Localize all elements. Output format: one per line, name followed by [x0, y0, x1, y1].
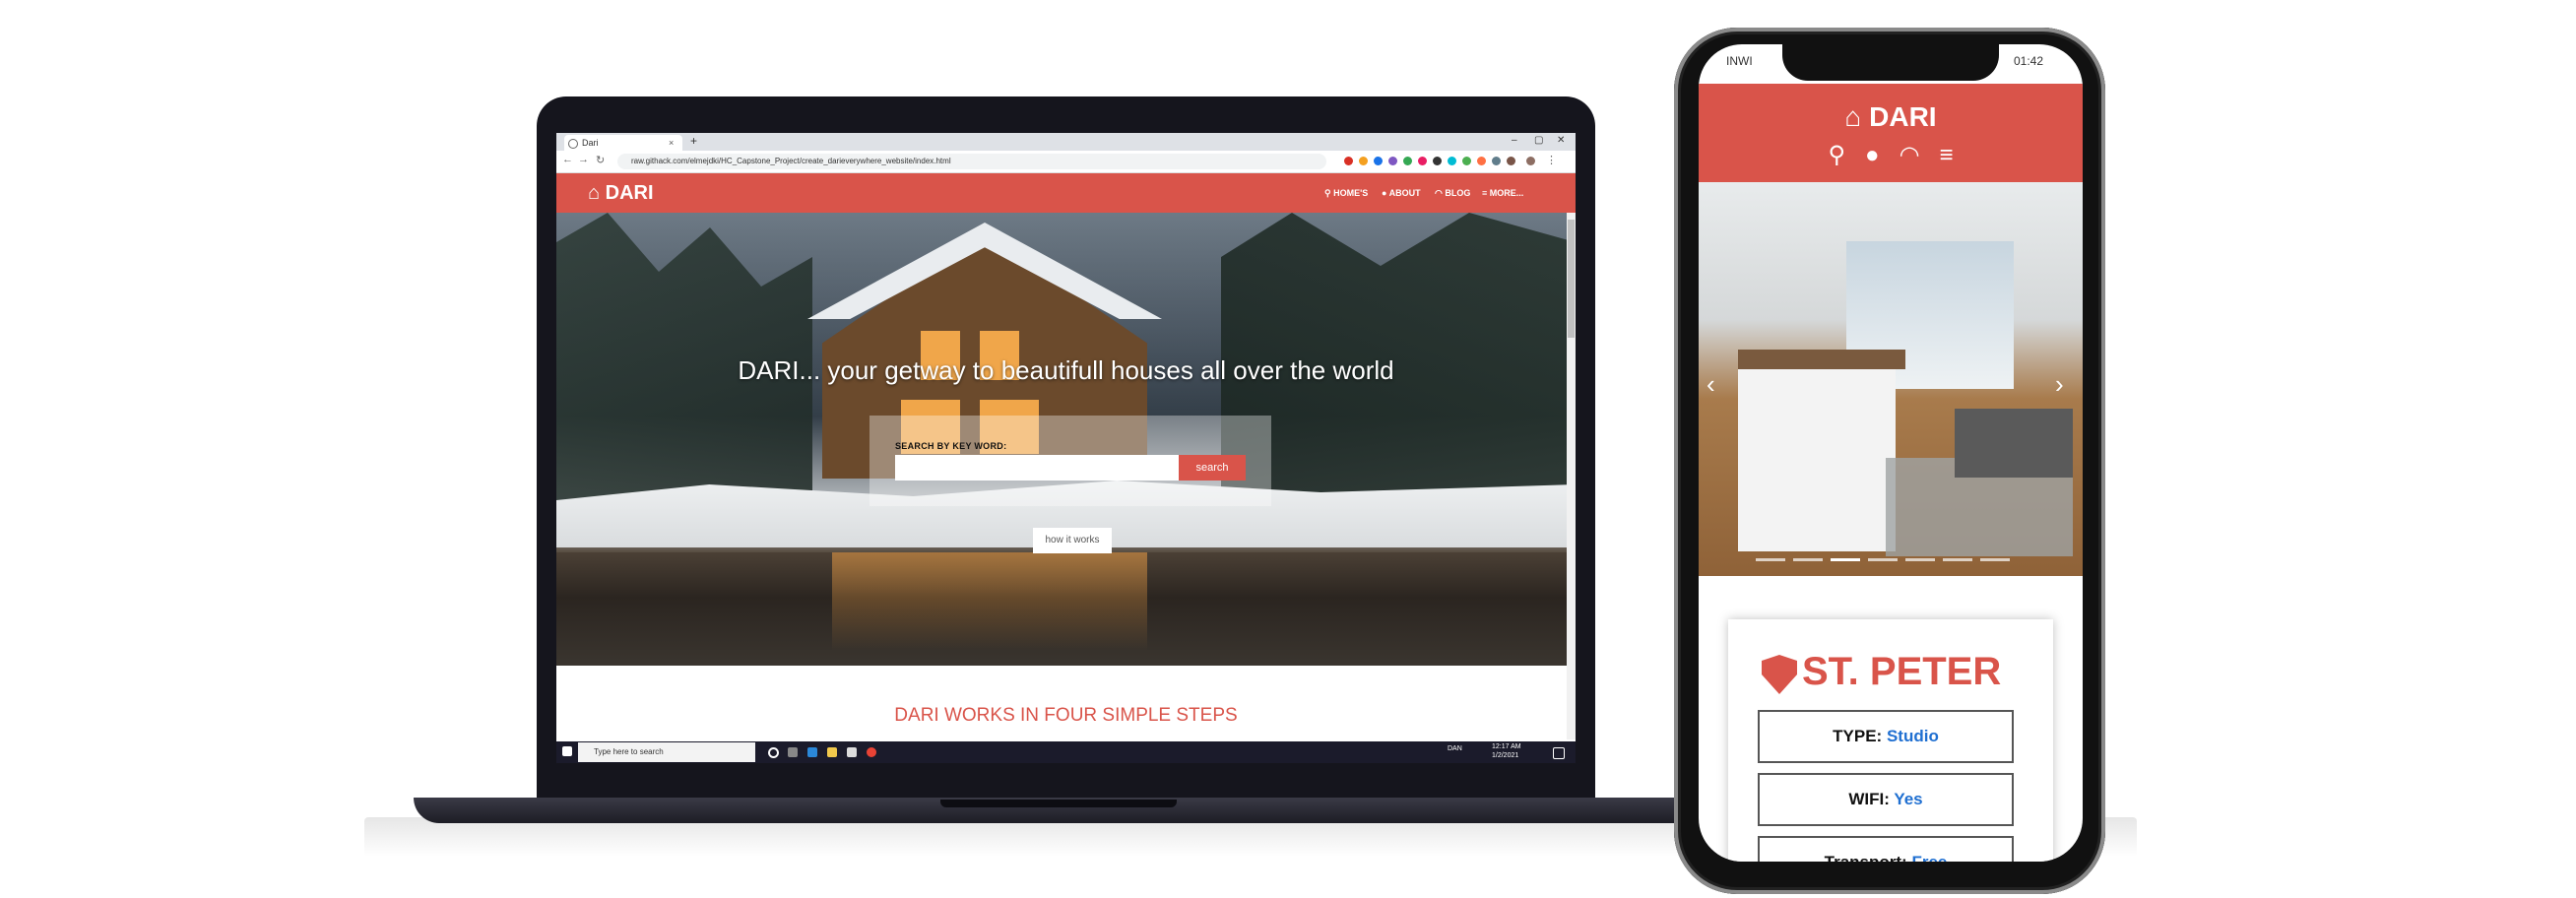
user-icon[interactable]: ● — [1865, 142, 1880, 168]
nav-more[interactable]: ≡ MORE... — [1482, 186, 1523, 200]
home-icon: ⌂ — [1844, 101, 1862, 132]
new-tab-button[interactable]: + — [690, 134, 697, 148]
forward-icon[interactable]: → — [578, 154, 589, 165]
maximize-button[interactable]: ▢ — [1534, 135, 1543, 146]
extension-icon[interactable] — [1418, 157, 1427, 165]
search-input[interactable] — [895, 455, 1179, 481]
windows-start-icon[interactable] — [562, 746, 572, 756]
nav-homes[interactable]: ⚲ HOME'S — [1324, 186, 1368, 200]
search-label: SEARCH BY KEY WORD: — [895, 441, 1007, 451]
carousel-dot[interactable] — [1793, 558, 1823, 561]
nav-about[interactable]: ● ABOUT — [1382, 186, 1421, 200]
phone-notch — [1782, 43, 1999, 81]
property-card: ST. PETER TYPE: Studio WIFI: Yes Transpo… — [1728, 619, 2053, 862]
steps-heading: DARI WORKS IN FOUR SIMPLE STEPS — [894, 705, 1238, 726]
search-panel: SEARCH BY KEY WORD: search — [869, 416, 1271, 506]
laptop-screen: Dari × + – ▢ ✕ ← → ↻ raw.githack.com/elm… — [556, 133, 1576, 763]
carousel-dot[interactable] — [1905, 558, 1935, 561]
browser-tab-bar: Dari × + – ▢ ✕ — [556, 133, 1576, 151]
phone-nav-icons: ⚲ ● ◠ ≡ — [1699, 143, 2083, 168]
notification-icon[interactable] — [1553, 747, 1565, 759]
clock-date[interactable]: 1/2/2021 — [1492, 752, 1518, 759]
phone-header: ⌂ DARI ⚲ ● ◠ ≡ — [1699, 84, 2083, 182]
extension-icon[interactable] — [1507, 157, 1515, 165]
close-tab-icon[interactable]: × — [669, 135, 674, 151]
minimize-button[interactable]: – — [1512, 135, 1517, 146]
search-button[interactable]: search — [1179, 455, 1246, 481]
extension-icon[interactable] — [1492, 157, 1501, 165]
language-indicator[interactable]: DAN — [1448, 745, 1462, 752]
nav-blog[interactable]: ◠ BLOG — [1435, 186, 1470, 200]
extension-icon[interactable] — [1448, 157, 1456, 165]
extension-icon[interactable] — [1374, 157, 1383, 165]
status-time: 01:42 — [2014, 54, 2044, 68]
laptop-hinge — [940, 800, 1177, 807]
reload-icon[interactable]: ↻ — [596, 154, 605, 166]
field-transport: Transport: Free — [1758, 836, 2014, 862]
carousel-dot[interactable] — [1756, 558, 1785, 561]
carousel-dot[interactable] — [1868, 558, 1898, 561]
field-wifi: WIFI: Yes — [1758, 773, 2014, 826]
carrier-label: INWI — [1726, 54, 1753, 68]
cortana-icon[interactable] — [768, 747, 779, 758]
extension-icon[interactable] — [1403, 157, 1412, 165]
browser-toolbar: ← → ↻ raw.githack.com/elmejdki/HC_Capsto… — [556, 151, 1576, 173]
chrome-icon[interactable] — [867, 747, 876, 757]
menu-icon: ≡ — [1482, 188, 1488, 198]
browser-tab[interactable]: Dari × — [564, 135, 682, 151]
globe-icon — [568, 139, 578, 149]
carousel-next-icon[interactable]: › — [2055, 369, 2064, 400]
phone-logo[interactable]: ⌂ DARI — [1699, 101, 2083, 133]
extension-icon[interactable] — [1477, 157, 1486, 165]
menu-icon[interactable]: ≡ — [1940, 142, 1954, 168]
carousel-indicators — [1756, 548, 2018, 566]
kebab-menu-icon[interactable]: ⋮ — [1546, 154, 1557, 166]
extension-icon[interactable] — [1344, 157, 1353, 165]
hero-image: DARI... your getway to beautifull houses… — [556, 213, 1576, 666]
close-window-button[interactable]: ✕ — [1557, 135, 1565, 146]
home-icon: ⌂ — [588, 182, 601, 204]
sofa — [1955, 409, 2073, 478]
site-navbar: ⌂ DARI ⚲ HOME'S ● ABOUT ◠ BLOG ≡ MORE... — [556, 173, 1576, 213]
edge-icon[interactable] — [807, 747, 817, 757]
tab-title: Dari — [582, 138, 599, 148]
hero-headline: DARI... your getway to beautifull houses… — [738, 355, 1394, 385]
carousel-prev-icon[interactable]: ‹ — [1707, 369, 1715, 400]
field-type: TYPE: Studio — [1758, 710, 2014, 763]
extension-icon[interactable] — [1388, 157, 1397, 165]
extension-icon[interactable] — [1462, 157, 1471, 165]
how-it-works-button[interactable]: how it works — [1033, 528, 1112, 553]
apartment-photo-carousel[interactable]: ‹ › — [1699, 182, 2083, 576]
search-icon[interactable]: ⚲ — [1828, 142, 1845, 168]
profile-avatar[interactable] — [1526, 157, 1535, 165]
property-title: ST. PETER — [1801, 650, 2002, 693]
counter-top — [1738, 350, 1905, 369]
site-logo[interactable]: ⌂ DARI — [588, 181, 654, 205]
extension-icon[interactable] — [1359, 157, 1368, 165]
rss-icon[interactable]: ◠ — [1900, 142, 1920, 168]
search-icon: ⚲ — [1324, 188, 1331, 198]
carousel-dot[interactable] — [1943, 558, 1972, 561]
address-bar[interactable]: raw.githack.com/elmejdki/HC_Capstone_Pro… — [617, 154, 1326, 169]
user-icon: ● — [1382, 188, 1387, 198]
extension-icon[interactable] — [1433, 157, 1442, 165]
store-icon[interactable] — [847, 747, 857, 757]
taskbar-search[interactable]: Type here to search — [578, 742, 755, 762]
rss-icon: ◠ — [1435, 188, 1443, 198]
kitchen-counter — [1738, 364, 1896, 551]
phone-screen: INWI 01:42 ⌂ DARI ⚲ ● ◠ ≡ ‹ › ST. PETER — [1699, 44, 2083, 862]
lake-reflection — [832, 552, 1147, 651]
clock-time[interactable]: 12:17 AM — [1492, 743, 1521, 750]
carousel-dot[interactable] — [1980, 558, 2010, 561]
taskbar-search-text: Type here to search — [594, 747, 664, 756]
carousel-dot[interactable] — [1831, 558, 1860, 561]
url-text: raw.githack.com/elmejdki/HC_Capstone_Pro… — [631, 157, 951, 165]
file-explorer-icon[interactable] — [827, 747, 837, 757]
task-view-icon[interactable] — [788, 747, 798, 757]
scrollbar-thumb[interactable] — [1568, 220, 1575, 338]
windows-taskbar: Type here to search DAN 12:17 AM 1/2/202… — [556, 741, 1576, 763]
back-icon[interactable]: ← — [562, 154, 573, 165]
